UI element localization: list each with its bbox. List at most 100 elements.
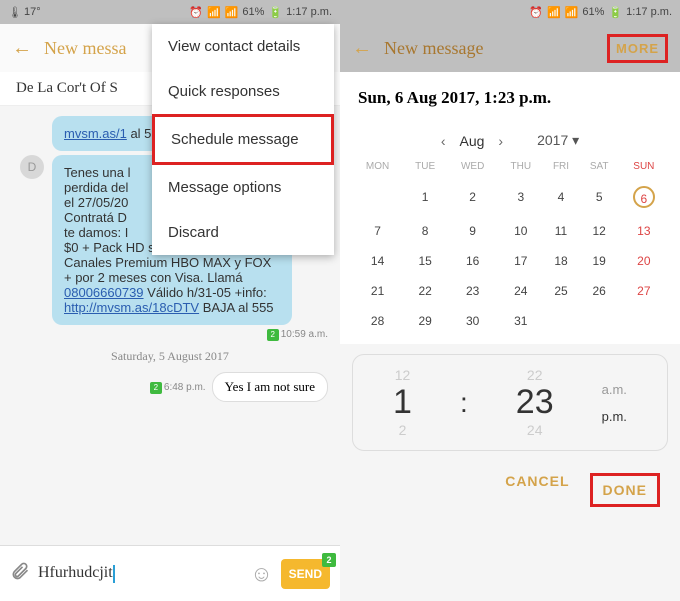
status-bar: 🌡 17° ⏰ 📶 📶 61% 🔋 1:17 p.m. bbox=[0, 0, 340, 24]
send-button[interactable]: SEND 2 bbox=[281, 559, 330, 589]
cal-day[interactable]: 21 bbox=[352, 276, 403, 306]
cal-day[interactable]: 18 bbox=[543, 246, 578, 276]
cal-day-selected[interactable]: 6 bbox=[620, 178, 668, 216]
cal-day[interactable]: 26 bbox=[579, 276, 620, 306]
cal-day[interactable]: 24 bbox=[498, 276, 543, 306]
status-temp: 🌡 17° bbox=[8, 6, 41, 19]
composer: Hfurhudcjit ☺ SEND 2 bbox=[0, 545, 340, 601]
alarm-icon: ⏰ bbox=[529, 6, 543, 19]
dow-header: SAT bbox=[579, 155, 620, 178]
dialog-actions: CANCEL DONE bbox=[340, 461, 680, 519]
menu-schedule-message[interactable]: Schedule message bbox=[152, 114, 334, 165]
cal-day[interactable] bbox=[352, 178, 403, 216]
context-menu: View contact details Quick responses Sch… bbox=[152, 24, 334, 255]
reply-row: 26:48 p.m. Yes I am not sure bbox=[12, 372, 328, 402]
battery-icon: 🔋 bbox=[268, 6, 282, 19]
ampm-wheel[interactable]: a.m. p.m. bbox=[602, 382, 627, 424]
minute-wheel[interactable]: 22 23 24 bbox=[516, 367, 554, 438]
done-button[interactable]: DONE bbox=[590, 473, 660, 507]
hour-wheel[interactable]: 12 1 2 bbox=[393, 367, 412, 438]
cal-day[interactable]: 17 bbox=[498, 246, 543, 276]
wifi-icon: 📶 bbox=[547, 6, 561, 19]
signal-icon: 📶 bbox=[225, 6, 239, 19]
compose-input[interactable]: Hfurhudcjit bbox=[38, 564, 242, 582]
cal-day[interactable]: 13 bbox=[620, 216, 668, 246]
cal-day[interactable]: 19 bbox=[579, 246, 620, 276]
menu-quick-responses[interactable]: Quick responses bbox=[152, 69, 334, 114]
cal-day[interactable]: 5 bbox=[579, 178, 620, 216]
status-bar: ⏰ 📶 📶 61% 🔋 1:17 p.m. bbox=[340, 0, 680, 24]
cal-day[interactable]: 3 bbox=[498, 178, 543, 216]
header: ← New message MORE bbox=[340, 24, 680, 72]
dow-header: MON bbox=[352, 155, 403, 178]
dow-header: SUN bbox=[620, 155, 668, 178]
time-picker[interactable]: 12 1 2 : 22 23 24 a.m. p.m. bbox=[352, 354, 668, 451]
phone-link[interactable]: 08006660739 bbox=[64, 285, 144, 300]
cal-day[interactable]: 10 bbox=[498, 216, 543, 246]
cal-day[interactable]: 25 bbox=[543, 276, 578, 306]
screen-right: ⏰ 📶 📶 61% 🔋 1:17 p.m. ← New message MORE… bbox=[340, 0, 680, 601]
avatar[interactable]: D bbox=[20, 155, 44, 179]
cal-day[interactable]: 11 bbox=[543, 216, 578, 246]
calendar-nav: ‹ Aug › 2017 ▾ bbox=[352, 132, 668, 149]
selected-datetime: Sun, 6 Aug 2017, 1:23 p.m. bbox=[340, 72, 680, 124]
dow-header: THU bbox=[498, 155, 543, 178]
cal-day[interactable] bbox=[579, 306, 620, 336]
prev-month-icon[interactable]: ‹ bbox=[441, 133, 446, 149]
cal-day[interactable]: 7 bbox=[352, 216, 403, 246]
emoji-icon[interactable]: ☺ bbox=[250, 561, 272, 587]
cal-day[interactable]: 28 bbox=[352, 306, 403, 336]
year-label[interactable]: 2017 ▾ bbox=[537, 132, 579, 149]
cancel-button[interactable]: CANCEL bbox=[505, 473, 569, 507]
back-icon[interactable]: ← bbox=[352, 37, 372, 60]
dow-header: FRI bbox=[543, 155, 578, 178]
dow-header: TUE bbox=[403, 155, 447, 178]
send-badge: 2 bbox=[322, 553, 336, 567]
cal-day[interactable]: 31 bbox=[498, 306, 543, 336]
cal-day[interactable]: 29 bbox=[403, 306, 447, 336]
battery-pct: 61% bbox=[582, 6, 604, 18]
menu-view-contact[interactable]: View contact details bbox=[152, 24, 334, 69]
cal-day[interactable]: 14 bbox=[352, 246, 403, 276]
wifi-icon: 📶 bbox=[207, 6, 221, 19]
menu-discard[interactable]: Discard bbox=[152, 210, 334, 255]
cal-day[interactable]: 8 bbox=[403, 216, 447, 246]
time-colon: : bbox=[460, 387, 468, 419]
cal-day[interactable] bbox=[543, 306, 578, 336]
cal-day[interactable]: 1 bbox=[403, 178, 447, 216]
cal-day[interactable]: 2 bbox=[447, 178, 498, 216]
back-icon[interactable]: ← bbox=[12, 37, 32, 60]
header-title: New message bbox=[384, 38, 595, 59]
month-label[interactable]: Aug bbox=[460, 133, 485, 149]
menu-message-options[interactable]: Message options bbox=[152, 165, 334, 210]
dow-header: WED bbox=[447, 155, 498, 178]
status-time: 1:17 p.m. bbox=[626, 6, 672, 18]
calendar-grid: MON TUE WED THU FRI SAT SUN 1 2 3 4 5 6 … bbox=[352, 155, 668, 336]
screen-left: 🌡 17° ⏰ 📶 📶 61% 🔋 1:17 p.m. ← New messa … bbox=[0, 0, 340, 601]
battery-icon: 🔋 bbox=[608, 6, 622, 19]
cal-day[interactable]: 23 bbox=[447, 276, 498, 306]
link[interactable]: http://mvsm.as/18cDTV bbox=[64, 300, 199, 315]
more-button[interactable]: MORE bbox=[607, 34, 668, 63]
cal-day[interactable]: 30 bbox=[447, 306, 498, 336]
cal-day[interactable]: 15 bbox=[403, 246, 447, 276]
cal-day[interactable]: 16 bbox=[447, 246, 498, 276]
link[interactable]: mvsm.as/1 bbox=[64, 126, 127, 141]
signal-icon: 📶 bbox=[565, 6, 579, 19]
cal-day[interactable]: 27 bbox=[620, 276, 668, 306]
cal-day[interactable]: 20 bbox=[620, 246, 668, 276]
sent-bubble: Yes I am not sure bbox=[212, 372, 328, 402]
battery-pct: 61% bbox=[242, 6, 264, 18]
cal-day[interactable]: 9 bbox=[447, 216, 498, 246]
cal-day[interactable]: 22 bbox=[403, 276, 447, 306]
cal-day[interactable]: 4 bbox=[543, 178, 578, 216]
attach-icon[interactable] bbox=[10, 561, 30, 587]
next-month-icon[interactable]: › bbox=[498, 133, 503, 149]
cal-day[interactable] bbox=[620, 306, 668, 336]
status-time: 1:17 p.m. bbox=[286, 6, 332, 18]
calendar: ‹ Aug › 2017 ▾ MON TUE WED THU FRI SAT S… bbox=[340, 124, 680, 344]
timestamp: 26:48 p.m. bbox=[150, 382, 206, 394]
date-divider: Saturday, 5 August 2017 bbox=[12, 349, 328, 364]
alarm-icon: ⏰ bbox=[189, 6, 203, 19]
cal-day[interactable]: 12 bbox=[579, 216, 620, 246]
